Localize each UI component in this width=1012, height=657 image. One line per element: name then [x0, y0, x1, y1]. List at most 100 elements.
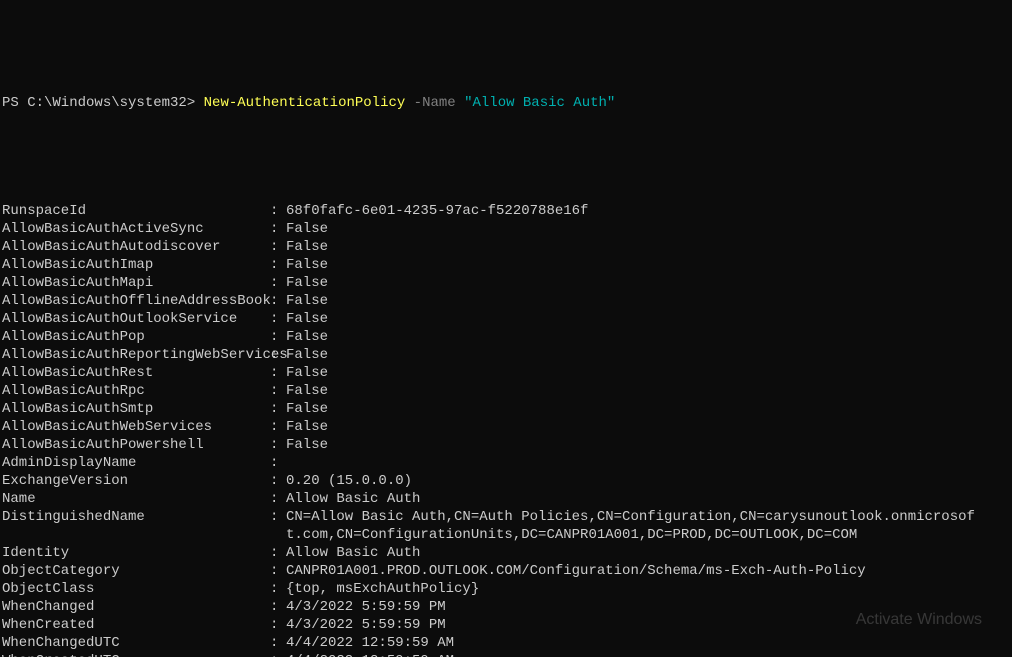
colon: :	[270, 346, 286, 364]
output-value: CN=Allow Basic Auth,CN=Auth Policies,CN=…	[286, 509, 975, 525]
output-value: False	[286, 275, 328, 291]
output-key: AllowBasicAuthAutodiscover	[2, 238, 270, 256]
output-value: 68f0fafc-6e01-4235-97ac-f5220788e16f	[286, 203, 588, 219]
output-value: Allow Basic Auth	[286, 491, 420, 507]
output-value: Allow Basic Auth	[286, 545, 420, 561]
output-value: False	[286, 365, 328, 381]
output-row: WhenCreatedUTC: 4/4/2022 12:59:59 AM	[2, 652, 1010, 657]
colon: :	[270, 580, 286, 598]
colon: :	[270, 454, 286, 472]
output-row: ExchangeVersion: 0.20 (15.0.0.0)	[2, 472, 1010, 490]
output-row: WhenChanged: 4/3/2022 5:59:59 PM	[2, 598, 1010, 616]
colon: :	[270, 508, 286, 526]
output-value: False	[286, 437, 328, 453]
output-key: AllowBasicAuthRpc	[2, 382, 270, 400]
output-value: False	[286, 239, 328, 255]
output-row: AllowBasicAuthAutodiscover: False	[2, 238, 1010, 256]
output-row: Identity: Allow Basic Auth	[2, 544, 1010, 562]
output-value: False	[286, 329, 328, 345]
colon: :	[270, 490, 286, 508]
output-key: RunspaceId	[2, 202, 270, 220]
output-block: RunspaceId: 68f0fafc-6e01-4235-97ac-f522…	[2, 202, 1010, 657]
output-key: AllowBasicAuthSmtp	[2, 400, 270, 418]
colon: :	[270, 364, 286, 382]
colon: :	[270, 400, 286, 418]
colon: :	[270, 436, 286, 454]
colon: :	[270, 616, 286, 634]
output-row: AllowBasicAuthWebServices: False	[2, 418, 1010, 436]
output-key: Identity	[2, 544, 270, 562]
output-key: AllowBasicAuthMapi	[2, 274, 270, 292]
colon: :	[270, 544, 286, 562]
output-row: AllowBasicAuthSmtp: False	[2, 400, 1010, 418]
output-continuation: t.com,CN=ConfigurationUnits,DC=CANPR01A0…	[2, 526, 1010, 544]
colon: :	[270, 256, 286, 274]
output-value-continuation: t.com,CN=ConfigurationUnits,DC=CANPR01A0…	[286, 527, 857, 543]
colon: :	[270, 598, 286, 616]
output-value: False	[286, 293, 328, 309]
powershell-terminal[interactable]: PS C:\Windows\system32> New-Authenticati…	[0, 90, 1012, 657]
command-line: PS C:\Windows\system32> New-Authenticati…	[2, 94, 1010, 112]
output-value: CANPR01A001.PROD.OUTLOOK.COM/Configurati…	[286, 563, 866, 579]
output-row: WhenCreated: 4/3/2022 5:59:59 PM	[2, 616, 1010, 634]
colon: :	[270, 238, 286, 256]
prompt-prefix: PS C:\Windows\system32>	[2, 95, 204, 111]
output-row: AllowBasicAuthOfflineAddressBook: False	[2, 292, 1010, 310]
colon: :	[270, 562, 286, 580]
output-row: Name: Allow Basic Auth	[2, 490, 1010, 508]
output-row: DistinguishedName: CN=Allow Basic Auth,C…	[2, 508, 1010, 526]
output-key: AllowBasicAuthPowershell	[2, 436, 270, 454]
output-key: AllowBasicAuthOfflineAddressBook	[2, 292, 270, 310]
colon: :	[270, 274, 286, 292]
colon: :	[270, 634, 286, 652]
output-key: AllowBasicAuthRest	[2, 364, 270, 382]
output-row: AdminDisplayName:	[2, 454, 1010, 472]
blank-line	[2, 166, 1010, 184]
output-value: 4/4/2022 12:59:59 AM	[286, 635, 454, 651]
output-value: 0.20 (15.0.0.0)	[286, 473, 412, 489]
output-row: AllowBasicAuthImap: False	[2, 256, 1010, 274]
output-key: AllowBasicAuthWebServices	[2, 418, 270, 436]
output-key: ObjectClass	[2, 580, 270, 598]
output-value: False	[286, 347, 328, 363]
output-value: False	[286, 311, 328, 327]
output-key: WhenChangedUTC	[2, 634, 270, 652]
colon: :	[270, 220, 286, 238]
output-key: Name	[2, 490, 270, 508]
output-value: False	[286, 383, 328, 399]
output-key: AllowBasicAuthPop	[2, 328, 270, 346]
colon: :	[270, 328, 286, 346]
output-value: 4/3/2022 5:59:59 PM	[286, 599, 446, 615]
colon: :	[270, 310, 286, 328]
output-value: False	[286, 401, 328, 417]
colon: :	[270, 292, 286, 310]
output-key: AllowBasicAuthOutlookService	[2, 310, 270, 328]
colon: :	[270, 202, 286, 220]
output-row: RunspaceId: 68f0fafc-6e01-4235-97ac-f522…	[2, 202, 1010, 220]
output-key: DistinguishedName	[2, 508, 270, 526]
output-row: AllowBasicAuthActiveSync: False	[2, 220, 1010, 238]
output-key: WhenCreatedUTC	[2, 652, 270, 657]
output-value: 4/4/2022 12:59:59 AM	[286, 653, 454, 657]
output-row: AllowBasicAuthPop: False	[2, 328, 1010, 346]
output-key: WhenCreated	[2, 616, 270, 634]
output-key: WhenChanged	[2, 598, 270, 616]
blank-line	[2, 130, 1010, 148]
colon: :	[270, 418, 286, 436]
output-row: AllowBasicAuthReportingWebServices: Fals…	[2, 346, 1010, 364]
output-row: AllowBasicAuthPowershell: False	[2, 436, 1010, 454]
output-row: ObjectCategory: CANPR01A001.PROD.OUTLOOK…	[2, 562, 1010, 580]
param-name: -Name	[405, 95, 464, 111]
output-key: AllowBasicAuthActiveSync	[2, 220, 270, 238]
output-key: AdminDisplayName	[2, 454, 270, 472]
param-value-string: "Allow Basic Auth"	[464, 95, 615, 111]
output-value: False	[286, 257, 328, 273]
output-key: ObjectCategory	[2, 562, 270, 580]
output-row: WhenChangedUTC: 4/4/2022 12:59:59 AM	[2, 634, 1010, 652]
output-row: AllowBasicAuthMapi: False	[2, 274, 1010, 292]
colon: :	[270, 382, 286, 400]
output-key: AllowBasicAuthReportingWebServices	[2, 346, 270, 364]
output-row: AllowBasicAuthRest: False	[2, 364, 1010, 382]
output-key: AllowBasicAuthImap	[2, 256, 270, 274]
cmdlet-name: New-AuthenticationPolicy	[204, 95, 406, 111]
